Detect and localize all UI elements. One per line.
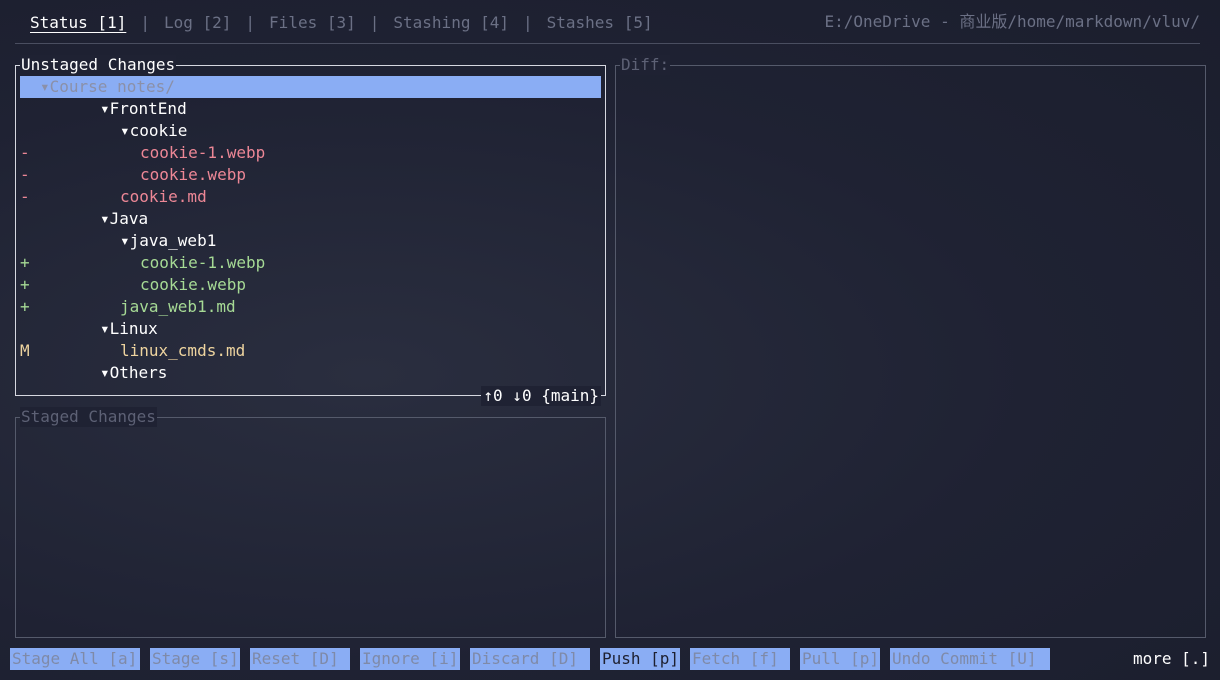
tab-separator: | (369, 12, 380, 32)
tree-row[interactable]: M linux_cmds.md (20, 340, 601, 362)
tab-separator: | (522, 12, 533, 32)
tree-row[interactable]: ▾FrontEnd (20, 98, 601, 120)
tree-folder: ▾Linux (100, 319, 158, 338)
status-marker: M (20, 341, 30, 360)
tab-log[interactable]: Log [2] (164, 13, 231, 32)
reset-button[interactable]: Reset [D] (250, 648, 350, 670)
tree-file: cookie.webp (140, 275, 246, 294)
tree-file: cookie-1.webp (140, 143, 266, 162)
tab-files[interactable]: Files [3] (269, 13, 356, 32)
tree-row[interactable]: ▾Linux (20, 318, 601, 340)
stage-button[interactable]: Stage [s] (150, 648, 240, 670)
status-marker: + (20, 275, 30, 294)
divider (15, 43, 1200, 44)
status-marker: + (20, 297, 30, 316)
tree-row[interactable]: - cookie.md (20, 186, 601, 208)
pull-button[interactable]: Pull [p] (800, 648, 880, 670)
tree-row[interactable]: + cookie-1.webp (20, 252, 601, 274)
tree-row[interactable]: + java_web1.md (20, 296, 601, 318)
tree-row[interactable]: + cookie.webp (20, 274, 601, 296)
ignore-button[interactable]: Ignore [i] (360, 648, 460, 670)
tree-folder: ▾Course notes/ (40, 77, 175, 96)
status-marker: - (20, 187, 30, 206)
tree-file: java_web1.md (120, 297, 236, 316)
tree-row[interactable]: - cookie.webp (20, 164, 601, 186)
tree-row[interactable]: - cookie-1.webp (20, 142, 601, 164)
panel-title: Diff: (620, 55, 671, 75)
push-button[interactable]: Push [p] (600, 648, 680, 670)
status-marker: + (20, 253, 30, 272)
panel-title: Staged Changes (20, 407, 157, 427)
tree-folder: ▾FrontEnd (100, 99, 187, 118)
tree-file: linux_cmds.md (120, 341, 246, 360)
tab-stashing[interactable]: Stashing [4] (393, 13, 509, 32)
tree-folder: ▾Others (100, 363, 168, 382)
diff-panel[interactable]: Diff: (615, 55, 1206, 638)
tree-file: cookie.webp (140, 165, 246, 184)
undo-commit-button[interactable]: Undo Commit [U] (890, 648, 1050, 670)
stage-all-button[interactable]: Stage All [a] (10, 648, 140, 670)
staged-changes-panel[interactable]: Staged Changes (15, 407, 606, 638)
tree-folder: ▾Java (100, 209, 149, 228)
tree-folder: ▾cookie (120, 121, 188, 140)
fetch-button[interactable]: Fetch [f] (690, 648, 790, 670)
tab-separator: | (245, 12, 256, 32)
status-marker: - (20, 143, 30, 162)
tree-file: cookie-1.webp (140, 253, 266, 272)
branch-status: ↑0 ↓0 {main} (481, 386, 601, 406)
unstaged-changes-panel[interactable]: Unstaged Changes ▾Course notes/ ▾FrontEn… (15, 55, 606, 406)
file-tree: ▾Course notes/ ▾FrontEnd ▾cookie - cooki… (20, 76, 601, 384)
tree-row[interactable]: ▾Java (20, 208, 601, 230)
tree-file: cookie.md (120, 187, 207, 206)
tree-row[interactable]: ▾Course notes/ (20, 76, 601, 98)
panel-title: Unstaged Changes (20, 55, 177, 75)
tab-separator: | (140, 12, 150, 32)
tab-stashes[interactable]: Stashes [5] (547, 13, 653, 32)
tab-status[interactable]: Status [1] (30, 13, 126, 32)
repo-path: E:/OneDrive - 商业版/home/markdown/vluv/ (824, 12, 1200, 31)
tree-row[interactable]: ▾java_web1 (20, 230, 601, 252)
command-bar: Stage All [a] Stage [s] Reset [D] Ignore… (10, 648, 1060, 670)
tree-folder: ▾java_web1 (120, 231, 217, 250)
more-button[interactable]: more [.] (1133, 648, 1210, 670)
status-marker: - (20, 165, 30, 184)
discard-button[interactable]: Discard [D] (470, 648, 590, 670)
tree-row[interactable]: ▾cookie (20, 120, 601, 142)
tree-row[interactable]: ▾Others (20, 362, 601, 384)
tab-bar: Status [1] | Log [2] | Files [3] | Stash… (30, 10, 653, 34)
